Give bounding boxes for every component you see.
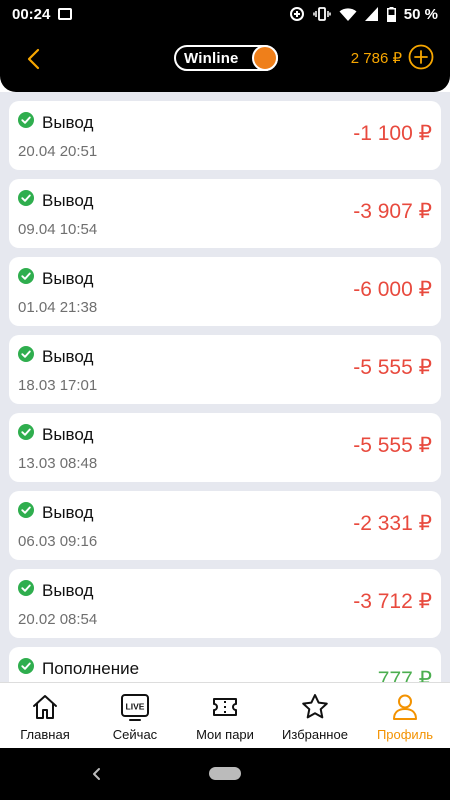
transaction-amount: -1 100 ₽ [353,122,432,145]
logo-text: Winline [184,49,239,67]
transaction-card[interactable]: Вывод 20.04 20:51 -1 100 ₽ [9,101,441,170]
tab-live-label: Сейчас [112,727,158,742]
tab-favorites-label: Избранное [282,727,348,742]
transaction-amount: -5 555 ₽ [353,434,432,457]
check-circle-icon [18,424,34,440]
bottom-tab-bar: Главная LIVE Сейчас Мои пари Избранное П… [0,682,450,748]
transaction-date: 18.03 17:01 [18,377,98,394]
transaction-card[interactable]: Вывод 18.03 17:01 -5 555 ₽ [9,335,441,404]
transaction-amount: -2 331 ₽ [353,512,432,535]
transaction-date: 09.04 10:54 [18,221,98,238]
svg-text:LIVE: LIVE [126,702,145,712]
battery-percent: 50 % [403,5,438,23]
transaction-title: Вывод [42,347,94,366]
ticket-icon [213,698,237,716]
transaction-amount: -5 555 ₽ [353,356,432,379]
transaction-card[interactable]: Вывод 01.04 21:38 -6 000 ₽ [9,257,441,326]
transaction-amount: -3 907 ₽ [353,200,432,223]
home-icon [33,695,57,719]
system-back-button[interactable] [88,764,104,784]
transaction-title: Вывод [42,425,94,444]
tab-my-bets-label: Мои пари [196,727,254,742]
transaction-card[interactable]: Вывод 09.04 10:54 -3 907 ₽ [9,179,441,248]
tab-favorites[interactable]: Избранное [270,683,360,748]
app-header: Winline 2 786 ₽ [0,28,450,92]
transaction-card[interactable]: Вывод 20.02 08:54 -3 712 ₽ [9,569,441,638]
check-circle-icon [18,112,34,128]
tab-profile[interactable]: Профиль [360,683,450,748]
system-home-pill[interactable] [209,767,241,780]
transaction-title: Пополнение [42,659,140,678]
chevron-left-icon [27,48,40,70]
transaction-title: Вывод [42,113,94,132]
transaction-amount: -6 000 ₽ [353,278,432,301]
transaction-date: 13.03 08:48 [18,455,98,472]
status-time: 00:24 [12,5,51,23]
tab-my-bets[interactable]: Мои пари [180,683,270,748]
tab-profile-label: Профиль [376,727,434,742]
plus-circle-icon [408,44,434,70]
winline-logo: Winline [174,45,278,71]
transaction-date: 20.04 20:51 [18,143,98,160]
logo-dot [252,45,278,71]
live-icon: LIVE [121,694,149,721]
transaction-title: Вывод [42,581,94,600]
transaction-title: Вывод [42,191,94,210]
tab-live[interactable]: LIVE Сейчас [90,683,180,748]
profile-icon [393,694,417,720]
transaction-list[interactable]: Вывод 20.04 20:51 -1 100 ₽ Вывод 09.04 1… [0,92,450,682]
vibrate-icon [313,6,331,22]
tab-home-label: Главная [20,727,70,742]
chevron-left-icon [93,768,100,780]
battery-icon [386,6,396,22]
transaction-title: Вывод [42,269,94,288]
transaction-amount: 777 ₽ [377,668,432,682]
check-circle-icon [18,580,34,596]
check-circle-icon [18,346,34,362]
star-icon [302,694,328,719]
balance-amount[interactable]: 2 786 ₽ [351,49,402,67]
tab-home[interactable]: Главная [0,683,90,748]
data-saver-icon [289,6,305,22]
check-circle-icon [18,190,34,206]
transaction-card[interactable]: Вывод 13.03 08:48 -5 555 ₽ [9,413,441,482]
gallery-icon [58,8,73,20]
status-bar: 00:24 50 % [0,0,450,28]
back-button[interactable] [24,47,44,71]
status-icons: 50 % [289,6,438,23]
check-circle-icon [18,502,34,518]
cellular-signal-icon [364,7,379,21]
system-navigation-bar [0,748,450,800]
transaction-date: 20.02 08:54 [18,611,98,628]
deposit-button[interactable] [408,44,434,70]
transaction-card[interactable]: Пополнение 777 ₽ [9,647,441,682]
check-circle-icon [18,658,34,674]
transaction-amount: -3 712 ₽ [353,590,432,613]
wifi-icon [339,7,357,22]
transaction-card[interactable]: Вывод 06.03 09:16 -2 331 ₽ [9,491,441,560]
transaction-date: 01.04 21:38 [18,299,98,316]
transaction-date: 06.03 09:16 [18,533,98,550]
check-circle-icon [18,268,34,284]
transaction-title: Вывод [42,503,94,522]
